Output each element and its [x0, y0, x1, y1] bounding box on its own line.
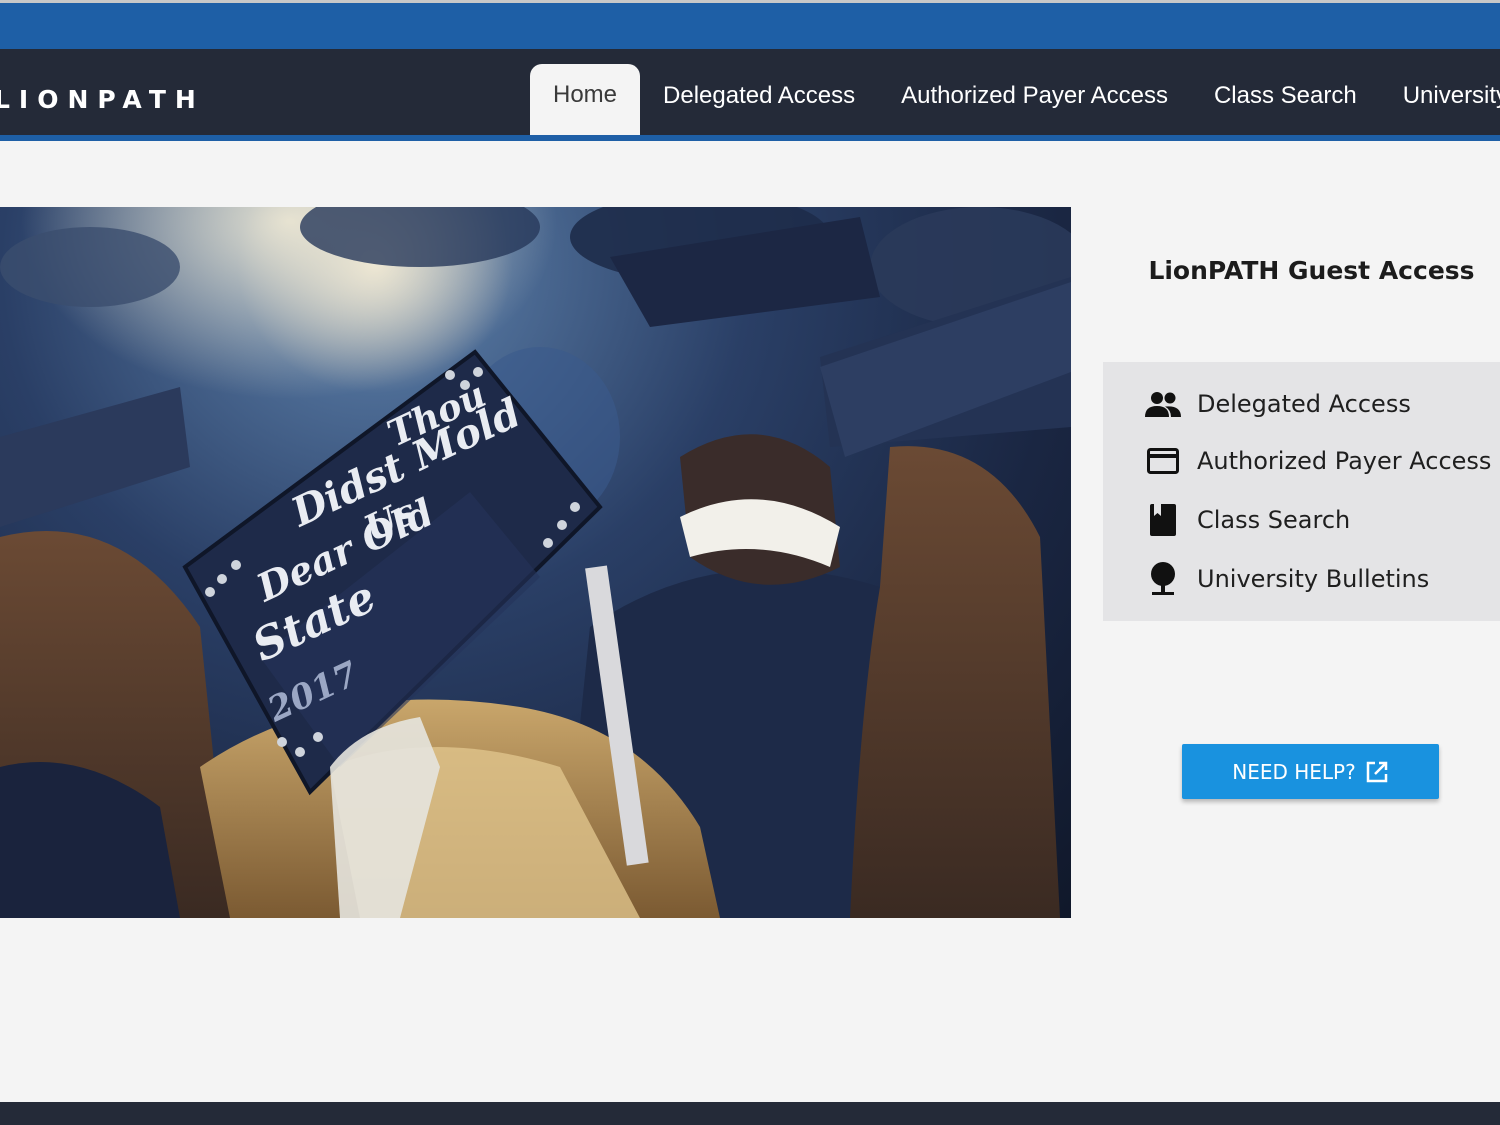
top-blue-bar — [0, 3, 1500, 49]
guest-link-class-search[interactable]: Class Search — [1103, 495, 1500, 545]
nav-tab-delegated-access[interactable]: Delegated Access — [640, 65, 878, 135]
credit-card-icon — [1143, 441, 1183, 481]
site-footer — [0, 1102, 1500, 1125]
guest-link-label: Class Search — [1197, 506, 1351, 534]
lionpath-logo[interactable]: LIONPATH — [0, 80, 205, 120]
guest-access-title: LionPATH Guest Access — [1148, 256, 1475, 285]
guest-link-label: University Bulletins — [1197, 565, 1430, 593]
site-header: LIONPATH Home Delegated Access Authorize… — [0, 49, 1500, 135]
need-help-label: NEED HELP? — [1232, 759, 1356, 784]
nav-tab-class-search[interactable]: Class Search — [1191, 65, 1380, 135]
guest-link-delegated-access[interactable]: Delegated Access — [1103, 379, 1500, 429]
book-icon — [1143, 500, 1183, 540]
nav-tab-home[interactable]: Home — [530, 64, 641, 135]
need-help-button[interactable]: NEED HELP? — [1182, 744, 1439, 799]
nav-tab-university-bulletins[interactable]: University Bulletins — [1380, 65, 1500, 135]
people-icon — [1143, 384, 1183, 424]
graduation-photo-illustration: Thou Didst Mold Us Dear Old State 2017 — [0, 207, 1071, 918]
external-link-icon — [1365, 760, 1389, 784]
guest-link-label: Authorized Payer Access — [1197, 447, 1492, 475]
guest-link-label: Delegated Access — [1197, 390, 1411, 418]
guest-link-authorized-payer-access[interactable]: Authorized Payer Access — [1103, 436, 1500, 486]
header-underline — [0, 135, 1500, 141]
main-nav: Home Delegated Access Authorized Payer A… — [530, 49, 1500, 135]
tree-icon — [1143, 559, 1183, 599]
nav-tab-authorized-payer-access[interactable]: Authorized Payer Access — [878, 65, 1191, 135]
hero-image: Thou Didst Mold Us Dear Old State 2017 — [0, 207, 1071, 918]
guest-links-box: Delegated Access Authorized Payer Access… — [1103, 362, 1500, 621]
guest-link-university-bulletins[interactable]: University Bulletins — [1103, 554, 1500, 604]
